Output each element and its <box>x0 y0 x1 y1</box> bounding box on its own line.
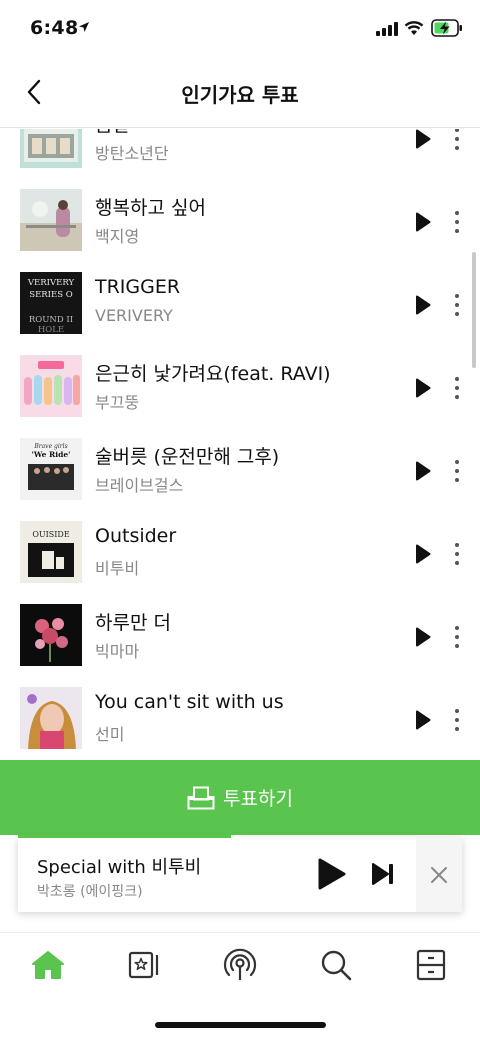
play-button[interactable] <box>410 458 436 484</box>
play-icon <box>416 295 431 315</box>
song-row[interactable]: VERIVERY SERIES O ROUND II HOLE TRIGGER … <box>0 262 480 345</box>
song-row[interactable]: Brave girls 'We Ride' 술버릇 (운전만해 그후) 브레이브… <box>0 428 480 511</box>
album-text: 'We Ride' <box>32 450 71 459</box>
album-art: VERIVERY SERIES O ROUND II HOLE <box>20 272 82 334</box>
album-text: OUISIDE <box>32 530 70 539</box>
song-title: 행복하고 싶어 <box>95 197 206 219</box>
cellular-signal-icon <box>376 22 398 36</box>
music-library-icon <box>128 951 159 979</box>
song-row[interactable]: You can't sit with us 선미 <box>0 677 480 760</box>
podcast-icon <box>223 948 257 980</box>
more-options-button[interactable] <box>447 207 467 237</box>
play-icon <box>416 212 431 232</box>
song-title: 은근히 낯가려요(feat. RAVI) <box>95 363 331 385</box>
playback-progress <box>18 835 232 838</box>
album-art <box>20 355 82 417</box>
vote-label: 투표하기 <box>223 788 293 810</box>
play-icon <box>416 129 431 149</box>
play-button[interactable] <box>410 129 436 152</box>
song-title: Outsider <box>95 525 177 547</box>
album-text: HOLE <box>38 325 64 334</box>
close-icon <box>431 866 447 883</box>
mini-player[interactable]: Special with 비투비 박초롱 (에이핑크) <box>18 835 462 912</box>
play-icon <box>416 378 431 398</box>
album-art: Brave girls 'We Ride' <box>20 438 82 500</box>
song-artist: 빅마마 <box>95 642 140 661</box>
page-title: 인기가요 투표 <box>181 83 299 107</box>
more-options-button[interactable] <box>447 705 467 735</box>
song-artist: 방탄소년단 <box>95 144 169 163</box>
play-button[interactable] <box>410 209 436 235</box>
song-artist: VERIVERY <box>95 306 173 325</box>
play-button[interactable] <box>410 707 436 733</box>
song-title: You can't sit with us <box>95 691 284 713</box>
more-options-button[interactable] <box>447 456 467 486</box>
album-art <box>20 604 82 666</box>
navigation-bar: 인기가요 투표 <box>0 58 480 128</box>
drawer-menu-icon <box>416 949 446 981</box>
song-title: TRIGGER <box>95 276 181 298</box>
location-arrow-icon <box>79 22 89 32</box>
song-row[interactable]: 봄날 방탄소년단 <box>0 129 480 179</box>
status-bar: 6:48 <box>0 0 480 58</box>
now-playing-title: Special with 비투비 <box>37 857 202 878</box>
play-button[interactable] <box>410 292 436 318</box>
song-title: 술버릇 (운전만해 그후) <box>95 446 280 468</box>
song-title: 봄날 <box>95 129 130 137</box>
album-art <box>20 687 82 749</box>
play-button[interactable] <box>410 624 436 650</box>
now-playing-artist: 박초롱 (에이핑크) <box>37 884 143 900</box>
mini-play-button[interactable] <box>316 857 348 891</box>
album-text: VERIVERY <box>27 278 75 288</box>
play-icon <box>416 627 431 647</box>
song-title: 하루만 더 <box>95 612 171 634</box>
more-options-button[interactable] <box>447 539 467 569</box>
play-icon <box>416 544 431 564</box>
album-art <box>20 129 82 168</box>
song-row[interactable]: 하루만 더 빅마마 <box>0 594 480 677</box>
song-row[interactable]: OUISIDE Outsider 비투비 <box>0 511 480 594</box>
song-artist: 선미 <box>95 725 125 744</box>
song-artist: 비투비 <box>95 559 140 578</box>
more-options-button[interactable] <box>447 290 467 320</box>
more-options-button[interactable] <box>447 373 467 403</box>
album-text: SERIES O <box>29 290 73 300</box>
play-icon <box>416 710 431 730</box>
search-icon <box>321 950 352 981</box>
play-button[interactable] <box>410 541 436 567</box>
album-text: ROUND II <box>29 315 73 325</box>
song-row[interactable]: 은근히 낯가려요(feat. RAVI) 부끄뚱 <box>0 345 480 428</box>
wifi-icon <box>404 21 424 35</box>
more-options-button[interactable] <box>447 129 467 154</box>
song-row[interactable]: 행복하고 싶어 백지영 <box>0 179 480 262</box>
status-time: 6:48 <box>30 17 79 39</box>
album-art <box>20 189 82 251</box>
home-icon <box>32 951 64 979</box>
tab-podcast[interactable] <box>220 945 260 985</box>
play-icon <box>318 858 346 890</box>
scrollbar[interactable] <box>472 252 476 368</box>
tab-search[interactable] <box>316 945 356 985</box>
vote-button[interactable]: 투표하기 <box>0 760 480 835</box>
song-artist: 부끄뚱 <box>95 393 140 412</box>
tab-library[interactable] <box>124 945 164 985</box>
tab-more[interactable] <box>411 945 451 985</box>
skip-next-icon <box>372 863 393 885</box>
battery-charging-icon <box>431 19 462 37</box>
tab-home[interactable] <box>28 945 68 985</box>
play-button[interactable] <box>410 375 436 401</box>
play-icon <box>416 461 431 481</box>
album-text: Brave girls <box>33 443 67 450</box>
song-artist: 브레이브걸스 <box>95 476 184 495</box>
song-artist: 백지영 <box>95 227 140 246</box>
more-options-button[interactable] <box>447 622 467 652</box>
skip-next-button[interactable] <box>370 861 396 887</box>
album-art: OUISIDE <box>20 521 82 583</box>
song-list[interactable]: 봄날 방탄소년단 행복하고 싶어 백지영 <box>0 129 480 760</box>
close-player-button[interactable] <box>416 837 462 912</box>
home-indicator[interactable] <box>155 1022 326 1028</box>
ballot-box-icon <box>187 786 215 809</box>
